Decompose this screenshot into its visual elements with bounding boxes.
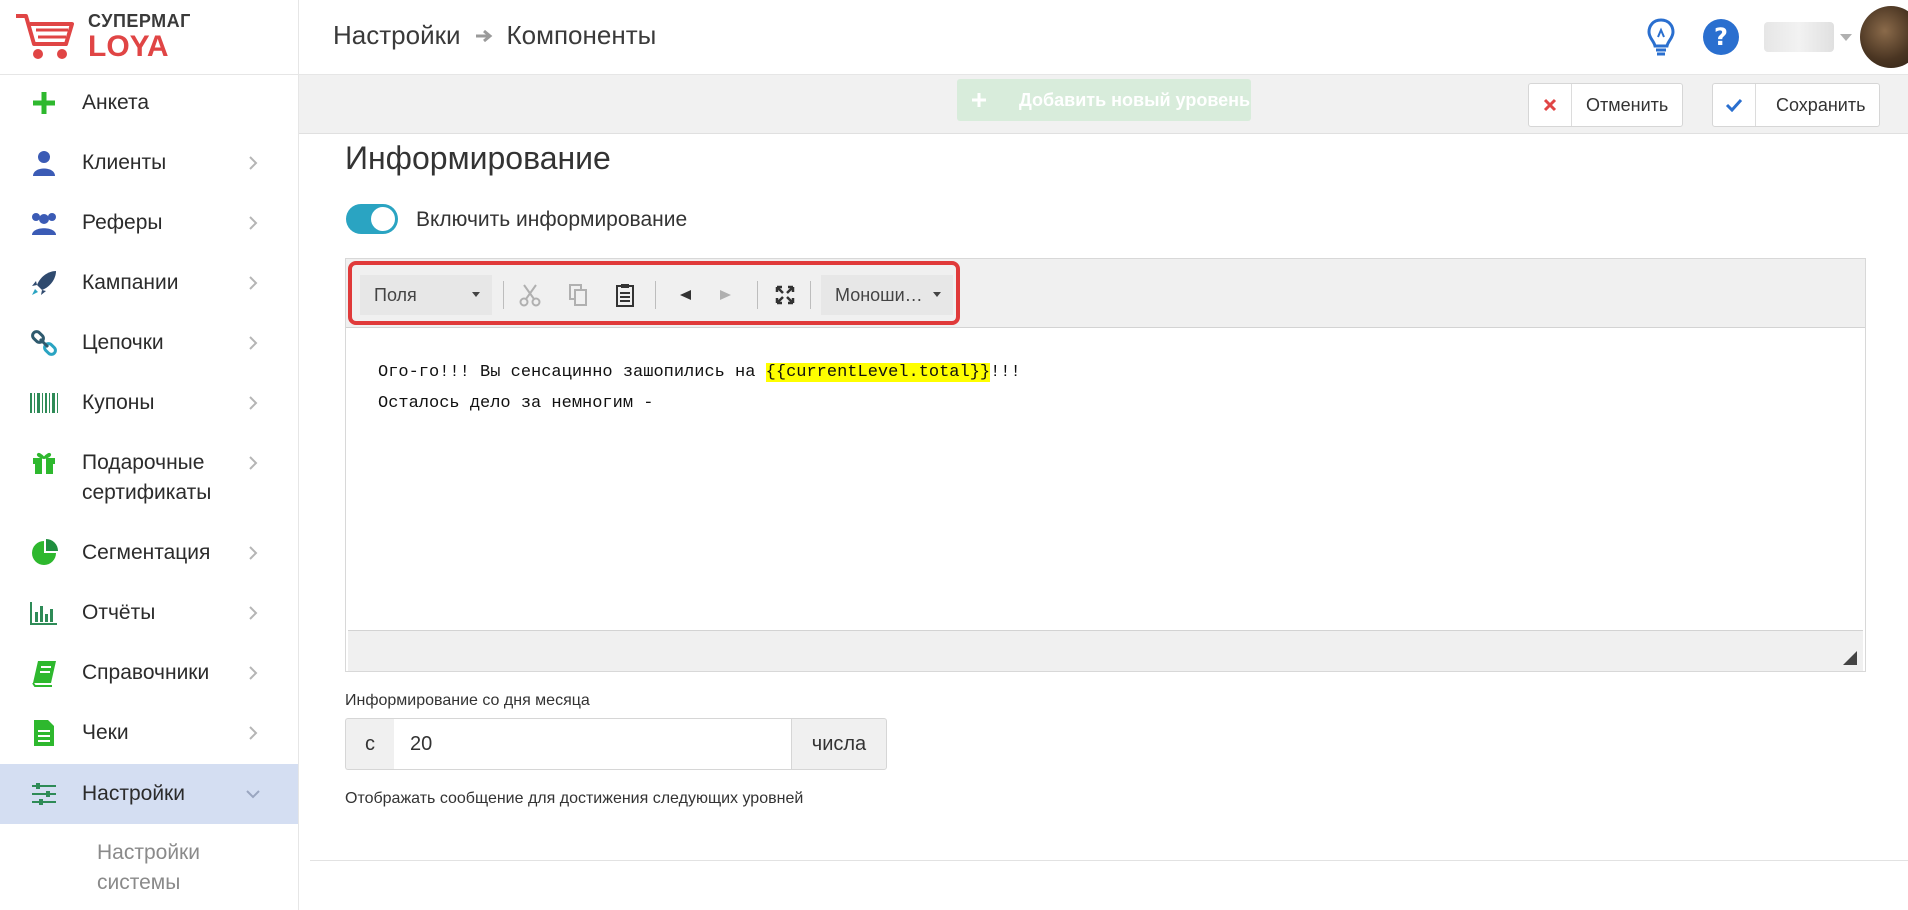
chevron-right-icon [244, 604, 262, 622]
user-icon [28, 147, 60, 179]
chevron-right-icon [244, 664, 262, 682]
logo-brand: СУПЕРМАГ [88, 11, 191, 31]
cancel-button[interactable]: Отменить [1528, 83, 1684, 127]
plus-icon [28, 87, 60, 119]
breadcrumb-settings[interactable]: Настройки [333, 20, 461, 51]
template-variable: {{currentLevel.total}} [765, 363, 991, 382]
section-title: Информирование [345, 140, 611, 176]
breadcrumb: Настройки Компоненты [333, 20, 656, 51]
sidebar-subitem-system-settings[interactable]: Настройки [97, 838, 200, 868]
receipt-icon [28, 717, 60, 749]
sidebar-item-label: Сегментация [82, 541, 211, 564]
editor-line1-text: Ого-го!!! Вы сенсацинно зашопились на [378, 363, 766, 382]
check-icon [1713, 84, 1756, 126]
sidebar-item-chains[interactable]: Цепочки [0, 328, 298, 358]
chevron-right-icon [244, 394, 262, 412]
sidebar-item-anketa[interactable]: Анкета [0, 88, 298, 118]
header: Настройки Компоненты ? [299, 0, 1908, 75]
sidebar-item-campaigns[interactable]: Кампании [0, 268, 298, 298]
toggle-knob [371, 207, 395, 231]
chevron-right-icon [244, 454, 262, 472]
save-button[interactable]: Сохранить [1712, 83, 1881, 127]
sidebar-item-label: Купоны [82, 391, 155, 414]
caret-down-icon [1840, 33, 1852, 41]
cancel-label: Отменить [1586, 94, 1669, 115]
sidebar-item-label: Цепочки [82, 331, 164, 354]
breadcrumb-components: Компоненты [506, 20, 657, 50]
day-field-label: Информирование со дня месяца [345, 692, 590, 709]
add-level-label: Добавить новый уровень [1019, 89, 1251, 110]
sidebar-item-reports[interactable]: Отчёты [0, 598, 298, 628]
sidebar-item-coupons[interactable]: Купоны [0, 388, 298, 418]
bar-chart-icon [28, 597, 60, 629]
sidebar-item-label: Клиенты [82, 151, 167, 174]
day-input-group: с 20 числа [345, 718, 887, 770]
arrow-right-icon [475, 20, 493, 51]
notification-toggle[interactable] [346, 204, 398, 234]
pie-chart-icon [28, 537, 60, 569]
day-suffix: числа [791, 718, 887, 770]
editor-statusbar [348, 630, 1863, 671]
add-level-button[interactable]: Добавить новый уровень [957, 79, 1251, 121]
chevron-down-icon [244, 785, 262, 803]
help-icon[interactable]: ? [1702, 18, 1740, 56]
svg-text:?: ? [1714, 23, 1728, 51]
chevron-right-icon [244, 214, 262, 232]
editor-line2-text: Осталось дело за немногим - [378, 394, 654, 413]
sidebar-subitem-system-settings-line2: системы [97, 871, 181, 894]
sidebar-item-label: Подарочные [82, 451, 205, 474]
rocket-icon [28, 267, 60, 299]
sidebar-item-receipts[interactable]: Чеки [0, 718, 298, 748]
logo-product: LOYA [88, 30, 169, 63]
chevron-right-icon [244, 724, 262, 742]
sidebar-item-settings[interactable]: Настройки [0, 764, 298, 824]
toggle-label: Включить информирование [416, 208, 688, 231]
toolbar-highlight [348, 261, 960, 325]
message-editor: Поля Моноши… Ого-го!!! Вы сенсацинно заш… [345, 258, 1866, 672]
chevron-right-icon [244, 274, 262, 292]
close-icon [1529, 84, 1572, 126]
chevron-right-icon [244, 544, 262, 562]
username-blurred [1764, 22, 1834, 52]
editor-line1-end: !!! [990, 363, 1021, 382]
sidebar-item-directories[interactable]: Справочники [0, 658, 298, 688]
divider [310, 860, 1908, 861]
day-input[interactable]: 20 [394, 718, 791, 770]
plus-icon [957, 92, 1001, 108]
logo[interactable]: СУПЕРМАГ LOYA [0, 0, 298, 75]
sidebar-item-label-line2: сертификаты [82, 481, 212, 504]
user-menu[interactable] [1764, 22, 1852, 52]
sidebar-item-label: Реферы [82, 211, 163, 234]
chain-icon [28, 327, 60, 359]
save-label: Сохранить [1776, 94, 1866, 115]
sidebar-item-label: Справочники [82, 661, 210, 684]
sidebar-item-clients[interactable]: Клиенты [0, 148, 298, 178]
sidebar-item-label: Отчёты [82, 601, 156, 624]
sidebar-item-segmentation[interactable]: Сегментация [0, 538, 298, 568]
day-prefix: с [345, 718, 394, 770]
barcode-icon [28, 387, 60, 419]
lightbulb-icon[interactable] [1644, 17, 1678, 57]
chevron-right-icon [244, 334, 262, 352]
sidebar-item-gift-certificates[interactable]: Подарочные сертификаты [0, 448, 298, 508]
editor-toolbar: Поля Моноши… [346, 259, 1865, 328]
resize-handle-icon[interactable] [1843, 651, 1857, 665]
chevron-right-icon [244, 154, 262, 172]
sidebar-item-label: Настройки [82, 782, 185, 805]
sidebar: СУПЕРМАГ LOYA Анкета Клиенты Реферы Камп [0, 0, 299, 910]
action-bar: Добавить новый уровень Отменить Сохранит… [299, 75, 1908, 134]
sidebar-item-label: Чеки [82, 721, 129, 744]
avatar[interactable] [1860, 6, 1908, 68]
sidebar-item-referrers[interactable]: Реферы [0, 208, 298, 238]
gift-icon [28, 446, 60, 478]
sidebar-item-label: Анкета [82, 91, 150, 114]
sliders-icon [28, 778, 60, 810]
cart-logo-icon [16, 14, 74, 59]
users-icon [28, 207, 60, 239]
book-icon [28, 657, 60, 689]
editor-content[interactable]: Ого-го!!! Вы сенсацинно зашопились на {{… [378, 357, 1021, 419]
sidebar-item-label: Кампании [82, 271, 179, 294]
levels-help-text: Отображать сообщение для достижения след… [345, 790, 804, 807]
